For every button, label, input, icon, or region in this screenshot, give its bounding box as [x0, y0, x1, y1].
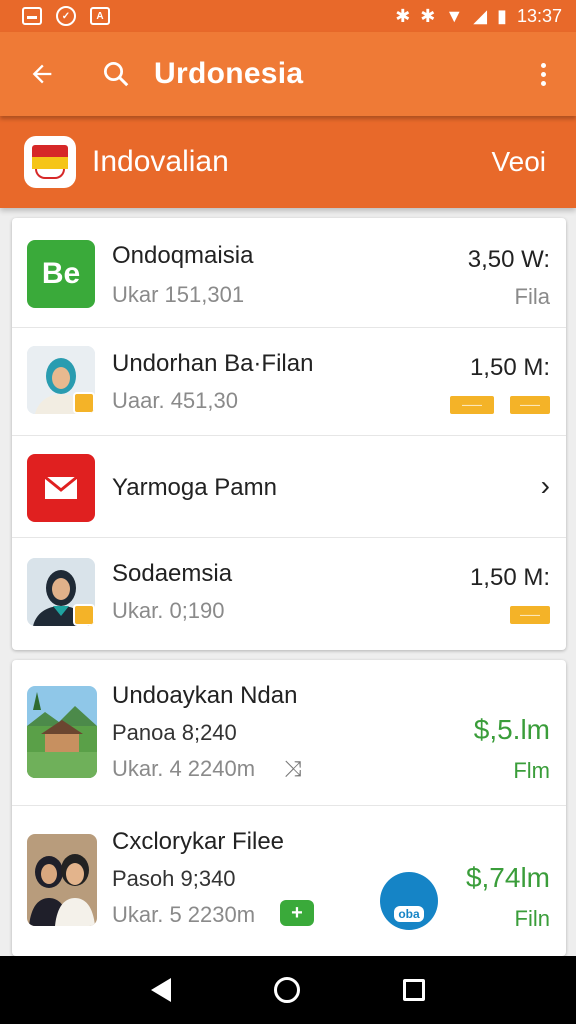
item-subtitle: Uaar. 451,30: [112, 388, 238, 413]
system-nav-bar: [0, 956, 576, 1024]
app-notification-icon: A: [90, 7, 110, 25]
category-title: Indovalian: [92, 145, 229, 178]
category-header[interactable]: Indovalian Veoi: [0, 116, 576, 208]
item-tag: ――: [510, 396, 550, 414]
item-price: $,5.lm: [473, 714, 550, 745]
bluetooth-alt-icon: ✱: [420, 5, 436, 26]
app-title: Urdonesia: [154, 57, 304, 90]
item-unit: Fila: [514, 284, 550, 309]
category-logo: [24, 136, 76, 188]
list-item[interactable]: Sodaemsia Ukar. 0;190 1,50 M: ――: [12, 538, 566, 650]
item-name: Undorhan Ba·Filan: [112, 350, 314, 377]
image-notification-icon: ▬: [22, 7, 42, 25]
item-subtitle: Ukar. 5 2230m: [112, 902, 256, 927]
nav-recents-icon[interactable]: [402, 979, 425, 1001]
list-item[interactable]: Yarmoga Pamn ›: [12, 436, 566, 538]
nav-back-icon[interactable]: [151, 978, 172, 1002]
mail-app-icon: [27, 454, 95, 522]
brand-logo-text: oba: [394, 906, 424, 922]
list-item[interactable]: Be Ondoqmaisia Ukar 151,301 3,50 W: Fila: [12, 218, 566, 328]
search-icon[interactable]: [98, 56, 134, 92]
shield-notification-icon: ✓: [56, 6, 76, 26]
item-subtitle: Ukar. 0;190: [112, 598, 225, 623]
avatar: [27, 346, 95, 414]
nav-home-icon[interactable]: [273, 977, 300, 1003]
verified-badge-icon: [73, 392, 95, 414]
item-price: $,74lm: [465, 862, 550, 893]
list-card-secondary: Undoaykan Ndan Panoa 8;240 Ukar. 4 2240m…: [12, 660, 566, 956]
item-price: 1,50 M:: [469, 564, 550, 591]
avatar: [27, 558, 95, 626]
item-name: Cxclorykar Filee: [112, 828, 285, 855]
shuffle-icon: ⤨: [284, 756, 302, 781]
item-price: 3,50 W:: [467, 246, 550, 273]
item-detail: Pasoh 9;340: [112, 866, 236, 891]
add-button[interactable]: +: [280, 900, 314, 926]
status-bar: ▬ ✓ A ✱ ✱ ▼ ◢ ▮ 13:37: [0, 0, 576, 32]
bluetooth-icon: ✱: [395, 5, 411, 26]
list-item[interactable]: Undorhan Ba·Filan Uaar. 451,30 1,50 M: ―…: [12, 328, 566, 436]
chevron-right-icon[interactable]: ›: [541, 470, 550, 502]
be-logo-icon: Be: [27, 240, 95, 308]
item-name: Ondoqmaisia: [112, 242, 254, 269]
landscape-thumbnail: [27, 686, 97, 778]
item-name: Yarmoga Pamn: [112, 474, 277, 501]
brand-logo: oba: [380, 872, 438, 930]
signal-icon: ◢: [473, 5, 488, 26]
view-link[interactable]: Veoi: [492, 146, 547, 178]
item-unit: Flm: [513, 758, 550, 783]
item-tag: ――: [450, 396, 494, 414]
more-options-icon[interactable]: [528, 62, 558, 86]
app-bar: Urdonesia: [0, 32, 576, 116]
item-tag: ――: [510, 606, 550, 624]
list-item[interactable]: Undoaykan Ndan Panoa 8;240 Ukar. 4 2240m…: [12, 660, 566, 806]
list-card-primary: Be Ondoqmaisia Ukar 151,301 3,50 W: Fila…: [12, 218, 566, 650]
item-price: 1,50 M:: [469, 354, 550, 381]
item-subtitle: Ukar. 4 2240m: [112, 756, 256, 781]
battery-icon: ▮: [497, 5, 507, 26]
back-arrow-icon[interactable]: [24, 56, 60, 92]
verified-badge-icon: [73, 604, 95, 626]
status-time: 13:37: [516, 5, 562, 26]
item-name: Sodaemsia: [112, 560, 233, 587]
item-unit: Filn: [514, 906, 550, 931]
item-subtitle: Ukar 151,301: [112, 282, 245, 307]
wifi-icon: ▼: [445, 5, 464, 26]
list-item[interactable]: Cxclorykar Filee Pasoh 9;340 Ukar. 5 223…: [12, 806, 566, 956]
item-name: Undoaykan Ndan: [112, 682, 298, 709]
item-detail: Panoa 8;240: [112, 720, 237, 745]
people-thumbnail: [27, 834, 97, 926]
